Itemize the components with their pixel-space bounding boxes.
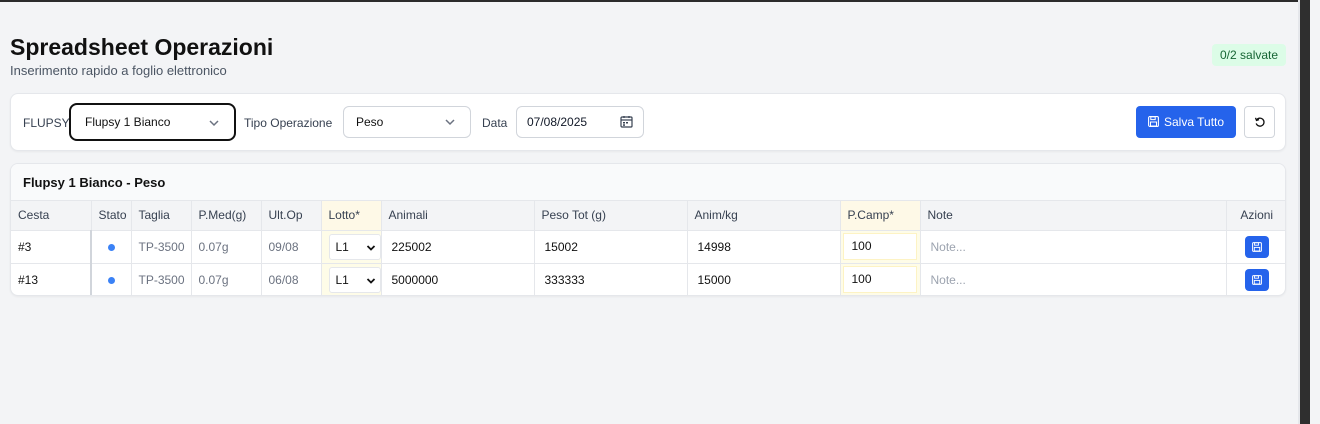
lotto-select[interactable]: L1 — [328, 266, 381, 293]
lotto-select[interactable]: L1 — [328, 233, 381, 260]
date-input[interactable]: 07/08/2025 — [516, 106, 644, 138]
cesta-cell: #3 — [11, 230, 92, 264]
status-dot-icon — [108, 276, 115, 284]
page-header: Spreadsheet Operazioni Inserimento rapid… — [10, 32, 273, 78]
calendar-icon[interactable] — [620, 115, 633, 128]
stato-cell — [91, 230, 132, 264]
col-header-cesta: Cesta — [11, 201, 92, 231]
pcamp-input[interactable]: 100 — [842, 266, 917, 293]
table-title: Flupsy 1 Bianco - Peso — [23, 175, 166, 190]
col-header-ultop: Ult.Op — [261, 201, 322, 231]
row-save-button[interactable] — [1244, 235, 1269, 258]
save-icon — [1148, 116, 1159, 127]
window-scrollbar[interactable] — [1298, 0, 1320, 424]
window-top-border — [0, 0, 1298, 2]
animali-input[interactable]: 5000000 — [381, 263, 535, 295]
col-header-pmed: P.Med(g) — [191, 201, 262, 231]
save-icon — [1251, 241, 1262, 252]
note-input[interactable]: Note... — [920, 263, 1227, 295]
filters-toolbar: FLUPSY Flupsy 1 Bianco Tipo Operazione P… — [10, 93, 1286, 151]
chevron-down-icon — [366, 277, 375, 284]
lotto-value: L1 — [335, 239, 349, 254]
flupsy-label: FLUPSY — [23, 116, 70, 130]
chevron-down-icon — [445, 119, 455, 126]
col-header-lotto: Lotto* — [321, 201, 382, 231]
page-subtitle: Inserimento rapido a foglio elettronico — [10, 63, 227, 78]
chevron-down-icon — [366, 244, 375, 251]
save-all-label: Salva Tutto — [1164, 115, 1225, 129]
pcamp-cell: 100 — [840, 263, 921, 295]
scrollbar-thumb[interactable] — [1300, 0, 1310, 424]
ultop-cell: 09/08 — [261, 230, 322, 264]
note-input[interactable]: Note... — [920, 230, 1227, 264]
animali-input[interactable]: 225002 — [381, 230, 535, 264]
col-header-peso-tot: Peso Tot (g) — [534, 201, 688, 231]
azioni-cell — [1226, 230, 1285, 264]
status-dot-icon — [108, 243, 115, 251]
lotto-cell: L1 — [321, 263, 382, 295]
rotate-ccw-icon — [1254, 117, 1265, 127]
col-header-taglia: Taglia — [131, 201, 192, 231]
date-value: 07/08/2025 — [527, 115, 588, 129]
pmed-cell: 0.07g — [191, 263, 262, 295]
col-header-note: Note — [920, 201, 1227, 231]
cesta-cell: #13 — [11, 263, 92, 295]
page-title: Spreadsheet Operazioni — [10, 34, 274, 60]
tipo-operazione-select[interactable]: Peso — [343, 106, 471, 138]
save-icon — [1251, 274, 1262, 285]
operations-table: Cesta Stato Taglia P.Med(g) Ult.Op Lotto… — [11, 201, 1285, 295]
save-all-button[interactable]: Salva Tutto — [1136, 106, 1236, 138]
anim-kg-input[interactable]: 14998 — [687, 230, 841, 264]
chevron-down-icon — [209, 120, 219, 127]
card-header — [11, 164, 1285, 201]
flupsy-select[interactable]: Flupsy 1 Bianco — [69, 103, 236, 141]
taglia-cell: TP-3500 — [131, 263, 192, 295]
pcamp-cell: 100 — [840, 230, 921, 264]
peso-tot-input[interactable]: 15002 — [534, 230, 688, 264]
stato-cell — [91, 263, 132, 295]
lotto-cell: L1 — [321, 230, 382, 264]
pcamp-input[interactable]: 100 — [842, 233, 917, 260]
pmed-cell: 0.07g — [191, 230, 262, 264]
lotto-value: L1 — [335, 272, 349, 287]
col-header-azioni: Azioni — [1226, 201, 1285, 231]
saved-status-badge: 0/2 salvate — [1212, 44, 1287, 66]
col-header-anim-kg: Anim/kg — [687, 201, 841, 231]
data-label: Data — [482, 116, 508, 130]
tipo-operazione-value: Peso — [356, 115, 384, 129]
table-header-row: Cesta Stato Taglia P.Med(g) Ult.Op Lotto… — [11, 201, 1285, 231]
col-header-animali: Animali — [381, 201, 535, 231]
table-row: #3 TP-3500 0.07g 09/08 L1 225002 15002 1… — [11, 230, 1285, 264]
peso-tot-input[interactable]: 333333 — [534, 263, 688, 295]
col-header-pcamp: P.Camp* — [840, 201, 921, 231]
reset-button[interactable] — [1244, 106, 1275, 138]
azioni-cell — [1226, 263, 1285, 295]
col-header-stato: Stato — [91, 201, 132, 231]
ultop-cell: 06/08 — [261, 263, 322, 295]
tipo-operazione-label: Tipo Operazione — [244, 116, 333, 130]
row-save-button[interactable] — [1244, 268, 1269, 291]
table-row: #13 TP-3500 0.07g 06/08 L1 5000000 33333… — [11, 263, 1285, 295]
flupsy-select-value: Flupsy 1 Bianco — [85, 115, 171, 129]
operations-table-card: Flupsy 1 Bianco - Peso Cesta Stato Tagli… — [10, 163, 1286, 296]
anim-kg-input[interactable]: 15000 — [687, 263, 841, 295]
taglia-cell: TP-3500 — [131, 230, 192, 264]
